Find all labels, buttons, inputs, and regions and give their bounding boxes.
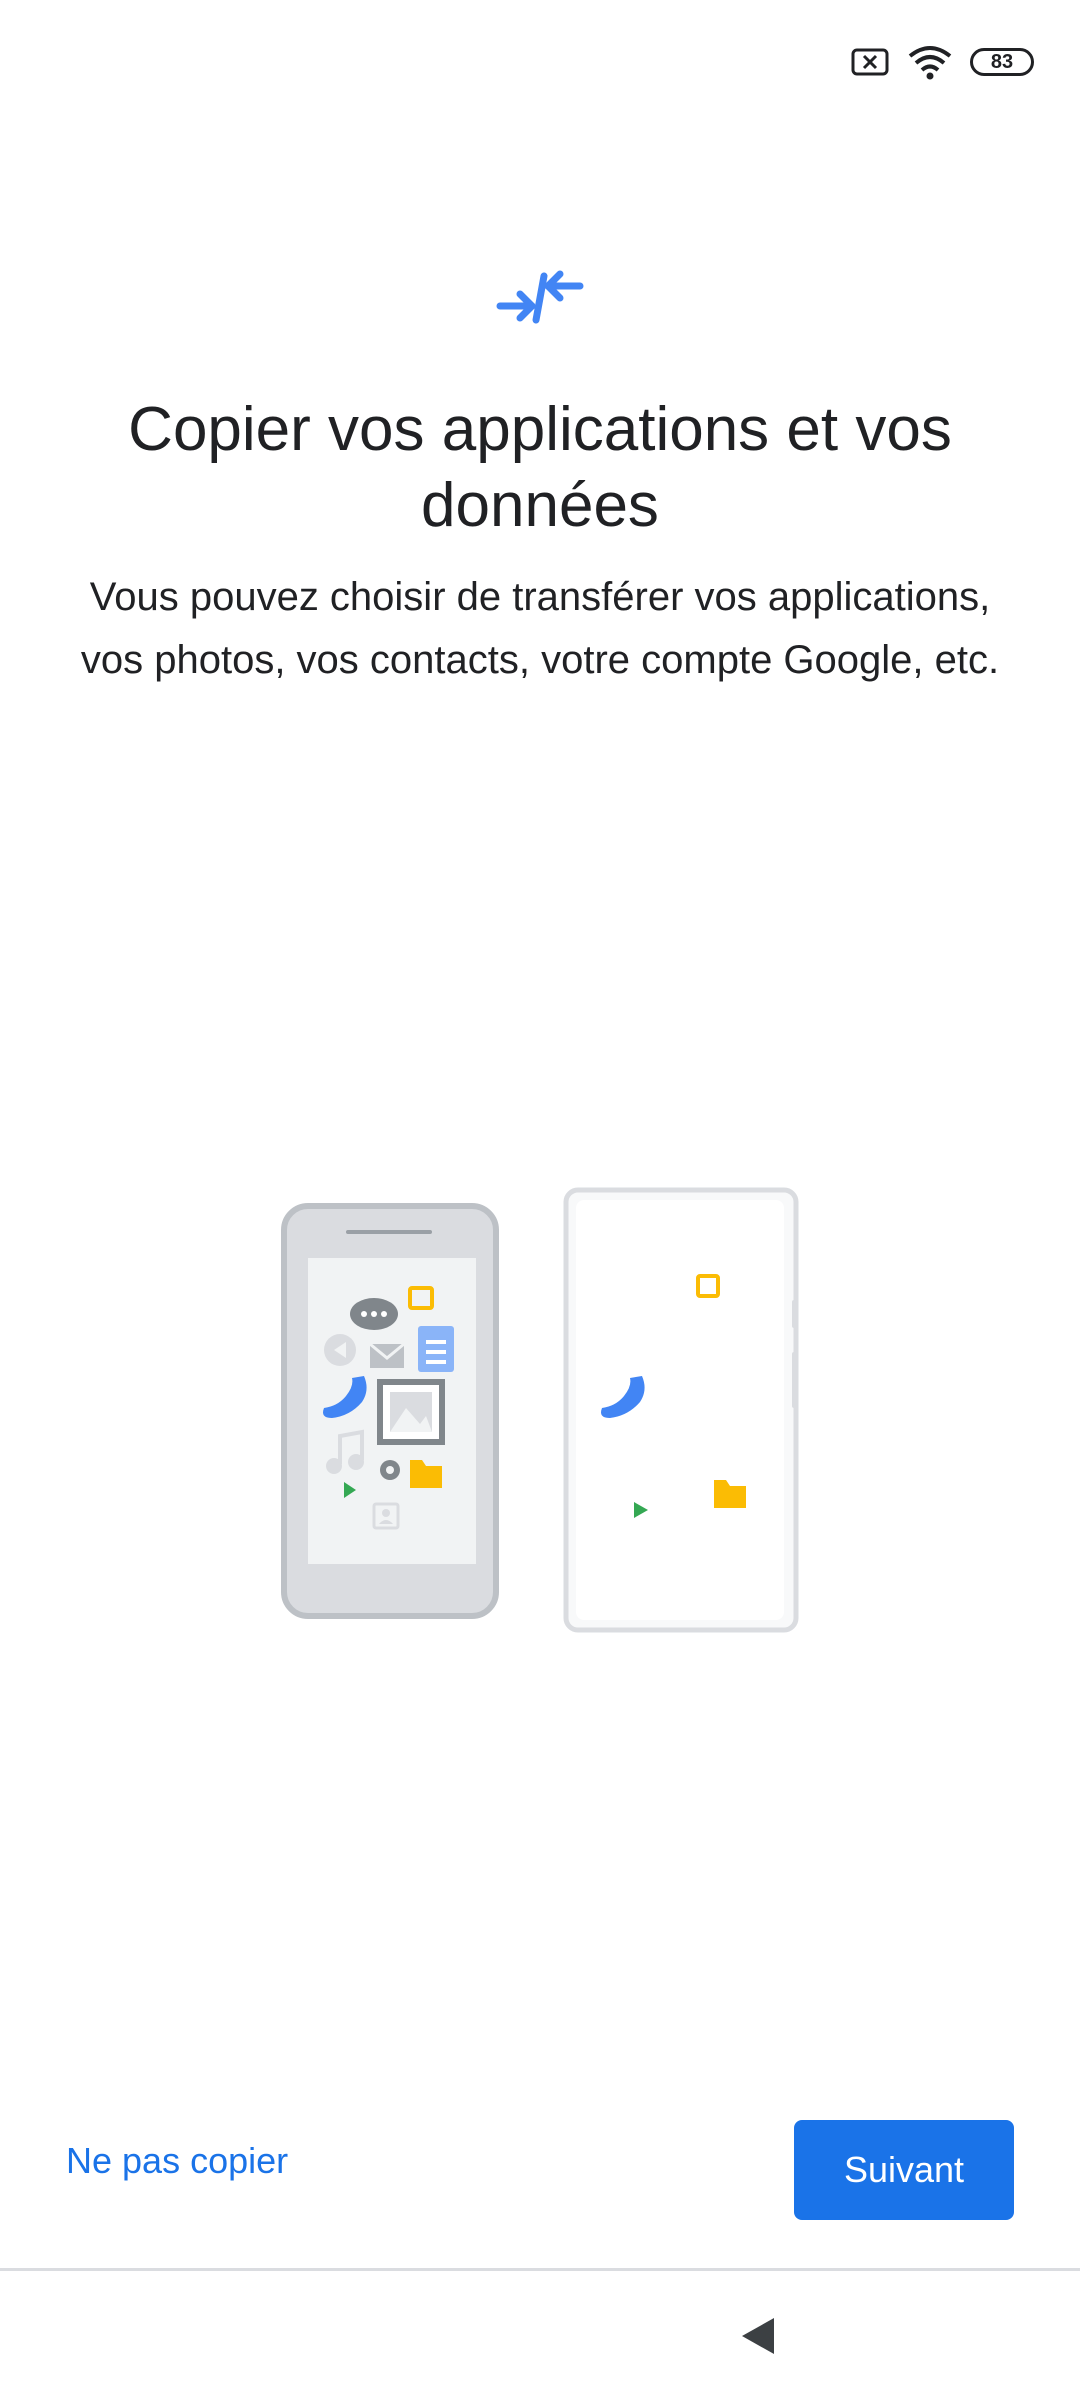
page-title: Copier vos applications et vos données — [128, 395, 952, 540]
next-button[interactable]: Suivant — [794, 2120, 1014, 2220]
no-sim-icon — [851, 48, 889, 76]
wifi-icon — [908, 46, 952, 80]
old-phone-illustration — [281, 1203, 499, 1619]
page-subtitle: Vous pouvez choisir de transférer vos ap… — [80, 575, 1000, 682]
skip-copy-button[interactable]: Ne pas copier — [66, 2140, 288, 2182]
divider — [0, 2268, 1080, 2271]
back-icon — [324, 1334, 356, 1366]
navigation-bar — [0, 2272, 1080, 2400]
status-icons: 83 — [850, 44, 1034, 80]
new-phone-illustration — [563, 1187, 799, 1633]
document-icon — [418, 1326, 454, 1372]
battery-level: 83 — [990, 50, 1014, 73]
settings-icon — [380, 1460, 400, 1480]
chat-icon — [350, 1298, 398, 1330]
next-button-label: Suivant — [843, 2149, 965, 2190]
phone-transfer-illustration — [281, 1187, 799, 1633]
status-bar: 83 — [0, 0, 1080, 120]
back-triangle-icon[interactable] — [738, 2314, 778, 2358]
battery-icon: 83 — [970, 48, 1034, 76]
image-icon — [377, 1379, 445, 1445]
transfer-arrows-icon — [496, 270, 584, 324]
mail-icon — [369, 1342, 405, 1368]
